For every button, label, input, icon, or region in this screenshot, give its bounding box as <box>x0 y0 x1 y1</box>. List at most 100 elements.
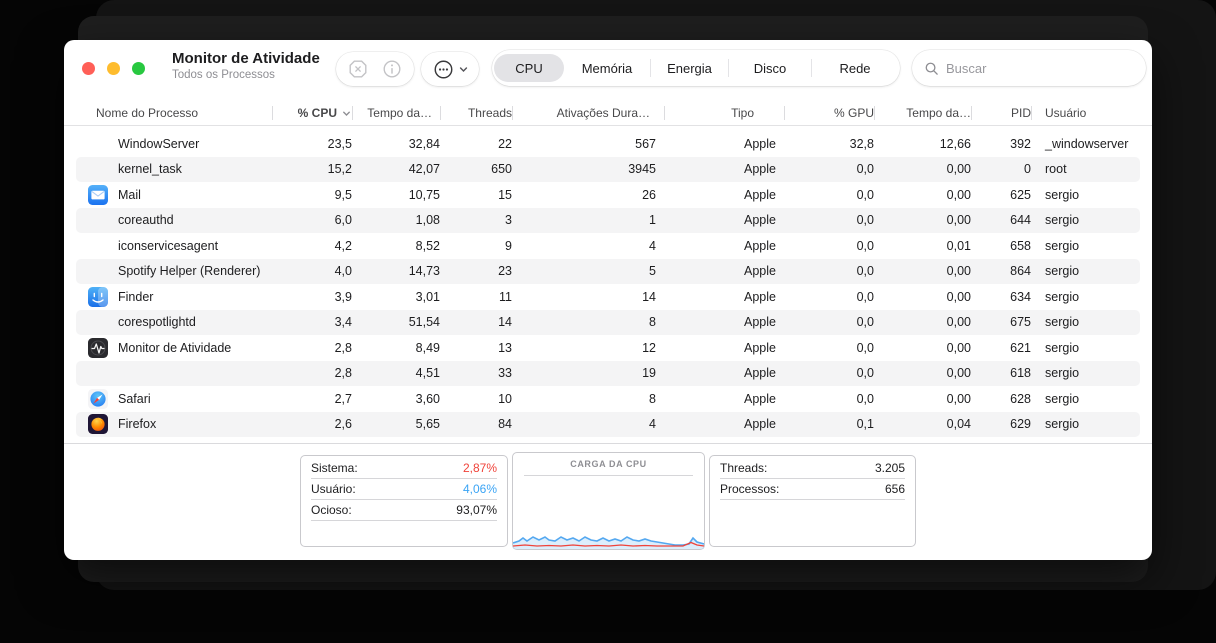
column-header-label: % GPU <box>833 106 874 120</box>
column-header-type[interactable]: Tipo <box>664 100 784 126</box>
process-counts-panel: Threads: 3.205 Processos: 656 <box>709 455 916 547</box>
minimize-button[interactable] <box>107 62 120 75</box>
table-row[interactable]: Finder 3,9 3,01 11 14 Apple 0,0 0,00 634 sergio <box>76 284 1140 310</box>
column-header-user[interactable]: Usuário <box>1031 100 1128 126</box>
title-block: Monitor de Atividade Todos os Processos <box>172 50 320 81</box>
column-header-label: PID <box>1010 106 1031 120</box>
idle-wakeups-value: 1 <box>649 213 656 228</box>
pid-value: 658 <box>1010 238 1031 253</box>
tab-memoria[interactable]: Memória <box>564 54 650 82</box>
threads-value: 33 <box>498 366 512 381</box>
table-row[interactable]: coreauthd 6,0 1,08 3 1 Apple 0,0 0,00 644 sergio <box>76 207 1140 233</box>
pid-value: 392 <box>1010 136 1031 151</box>
column-header-cpu-time[interactable]: Tempo da… <box>352 100 440 126</box>
gpu-percent-value: 0,0 <box>856 391 874 406</box>
pid-value: 634 <box>1010 289 1031 304</box>
inspect-process-button[interactable] <box>381 58 403 80</box>
zoom-button[interactable] <box>132 62 145 75</box>
gpu-percent-value: 0,0 <box>856 187 874 202</box>
gpu-time-value: 0,00 <box>946 264 971 279</box>
column-header-gpu-time[interactable]: Tempo da… <box>874 100 971 126</box>
table-row[interactable]: Firefox 2,6 5,65 84 4 Apple 0,1 0,04 629 sergio <box>76 411 1140 437</box>
column-header-pid[interactable]: PID <box>971 100 1031 126</box>
tab-energia[interactable]: Energia <box>651 54 728 82</box>
cpu-time-value: 32,84 <box>408 136 440 151</box>
cpu-percent-value: 15,2 <box>327 162 352 177</box>
column-header-threads[interactable]: Threads <box>440 100 512 126</box>
tab-rede[interactable]: Rede <box>812 54 898 82</box>
column-header-cpu-percent[interactable]: % CPU <box>272 100 352 126</box>
cpu-time-value: 1,08 <box>415 213 440 228</box>
cpu-percent-value: 3,9 <box>334 289 352 304</box>
gpu-percent-value: 0,1 <box>856 417 874 432</box>
gpu-time-value: 0,00 <box>946 289 971 304</box>
close-button[interactable] <box>82 62 95 75</box>
gpu-time-value: 0,00 <box>946 366 971 381</box>
idle-wakeups-value: 19 <box>642 366 656 381</box>
table-row[interactable]: corespotlightd 3,4 51,54 14 8 Apple 0,0 0,00 675… <box>76 309 1140 335</box>
gpu-percent-value: 0,0 <box>856 315 874 330</box>
user-value: sergio <box>1045 264 1080 279</box>
table-row[interactable]: iconservicesagent 4,2 8,52 9 4 Apple 0,0 0,01 65… <box>76 233 1140 259</box>
table-row[interactable]: Spotify Helper (Renderer) 4,0 14,73 23 5 Appl… <box>76 258 1140 284</box>
process-name: WindowServer <box>118 136 200 151</box>
cpu-load-separator <box>524 475 693 476</box>
column-header-label: Threads <box>467 106 512 120</box>
gpu-percent-value: 0,0 <box>856 340 874 355</box>
cpu-percent-value: 9,5 <box>334 187 352 202</box>
table-row[interactable]: 2,8 4,51 33 19 Apple 0,0 0,00 618 sergio <box>76 360 1140 386</box>
process-name: Finder <box>118 289 154 304</box>
cpu-percent-value: 3,4 <box>334 315 352 330</box>
type-value: Apple <box>744 315 776 330</box>
threads-value: 22 <box>498 136 512 151</box>
process-count-row: Threads: 3.205 <box>720 458 905 479</box>
pid-value: 625 <box>1010 187 1031 202</box>
type-value: Apple <box>744 187 776 202</box>
cpu-usage-row: Ocioso: 93,07% <box>311 500 497 521</box>
column-header-idle-wakeups[interactable]: Ativações Dura… <box>512 100 664 126</box>
cpu-time-value: 8,49 <box>415 340 440 355</box>
window-subtitle: Todos os Processos <box>172 69 275 81</box>
pid-value: 628 <box>1010 391 1031 406</box>
cpu-usage-label: Usuário: <box>311 482 356 496</box>
more-options-button[interactable] <box>421 52 479 86</box>
user-value: sergio <box>1045 213 1080 228</box>
safari-app-icon <box>76 388 112 409</box>
table-row[interactable]: Monitor de Atividade 2,8 8,49 13 12 Apple 0,0 0… <box>76 335 1140 361</box>
idle-wakeups-value: 3945 <box>628 162 656 177</box>
stop-process-button[interactable] <box>347 58 369 80</box>
process-name: Spotify Helper (Renderer) <box>118 264 261 279</box>
idle-wakeups-value: 26 <box>642 187 656 202</box>
column-header-name[interactable]: Nome do Processo <box>76 100 272 126</box>
column-header-gpu-percent[interactable]: % GPU <box>784 100 874 126</box>
cpu-percent-value: 4,0 <box>334 264 352 279</box>
threads-value: 84 <box>498 417 512 432</box>
search-field[interactable] <box>912 50 1146 86</box>
process-count-row: Processos: 656 <box>720 479 905 500</box>
idle-wakeups-value: 567 <box>635 136 656 151</box>
tab-cpu[interactable]: CPU <box>494 54 564 82</box>
cpu-load-panel: CARGA DA CPU <box>512 452 705 550</box>
type-value: Apple <box>744 162 776 177</box>
tab-disco[interactable]: Disco <box>729 54 811 82</box>
process-actions-group <box>336 52 414 86</box>
table-header: Nome do Processo % CPU Tempo da… Threads Ati… <box>64 100 1152 126</box>
table-row[interactable]: Safari 2,7 3,60 10 8 Apple 0,0 0,00 628 sergio <box>76 386 1140 412</box>
gpu-time-value: 0,01 <box>946 238 971 253</box>
gpu-time-value: 0,00 <box>946 162 971 177</box>
gpu-percent-value: 32,8 <box>849 136 874 151</box>
table-row[interactable]: WindowServer 23,5 32,84 22 567 Apple 32,8 12,66… <box>76 131 1140 157</box>
search-icon <box>925 62 938 75</box>
process-count-label: Processos: <box>720 482 780 496</box>
finder-app-icon <box>76 286 112 307</box>
process-name: iconservicesagent <box>118 238 219 253</box>
threads-value: 23 <box>498 264 512 279</box>
table-row[interactable]: kernel_task 15,2 42,07 650 3945 Apple 0,0 0,00 0… <box>76 156 1140 182</box>
idle-wakeups-value: 14 <box>642 289 656 304</box>
process-name: Monitor de Atividade <box>118 340 232 355</box>
info-icon <box>383 60 401 78</box>
cpu-usage-value: 4,06% <box>462 482 497 496</box>
search-input[interactable] <box>946 60 1134 76</box>
column-header-label: Tempo da… <box>367 106 432 120</box>
table-row[interactable]: Mail 9,5 10,75 15 26 Apple 0,0 0,00 625 sergio <box>76 182 1140 208</box>
